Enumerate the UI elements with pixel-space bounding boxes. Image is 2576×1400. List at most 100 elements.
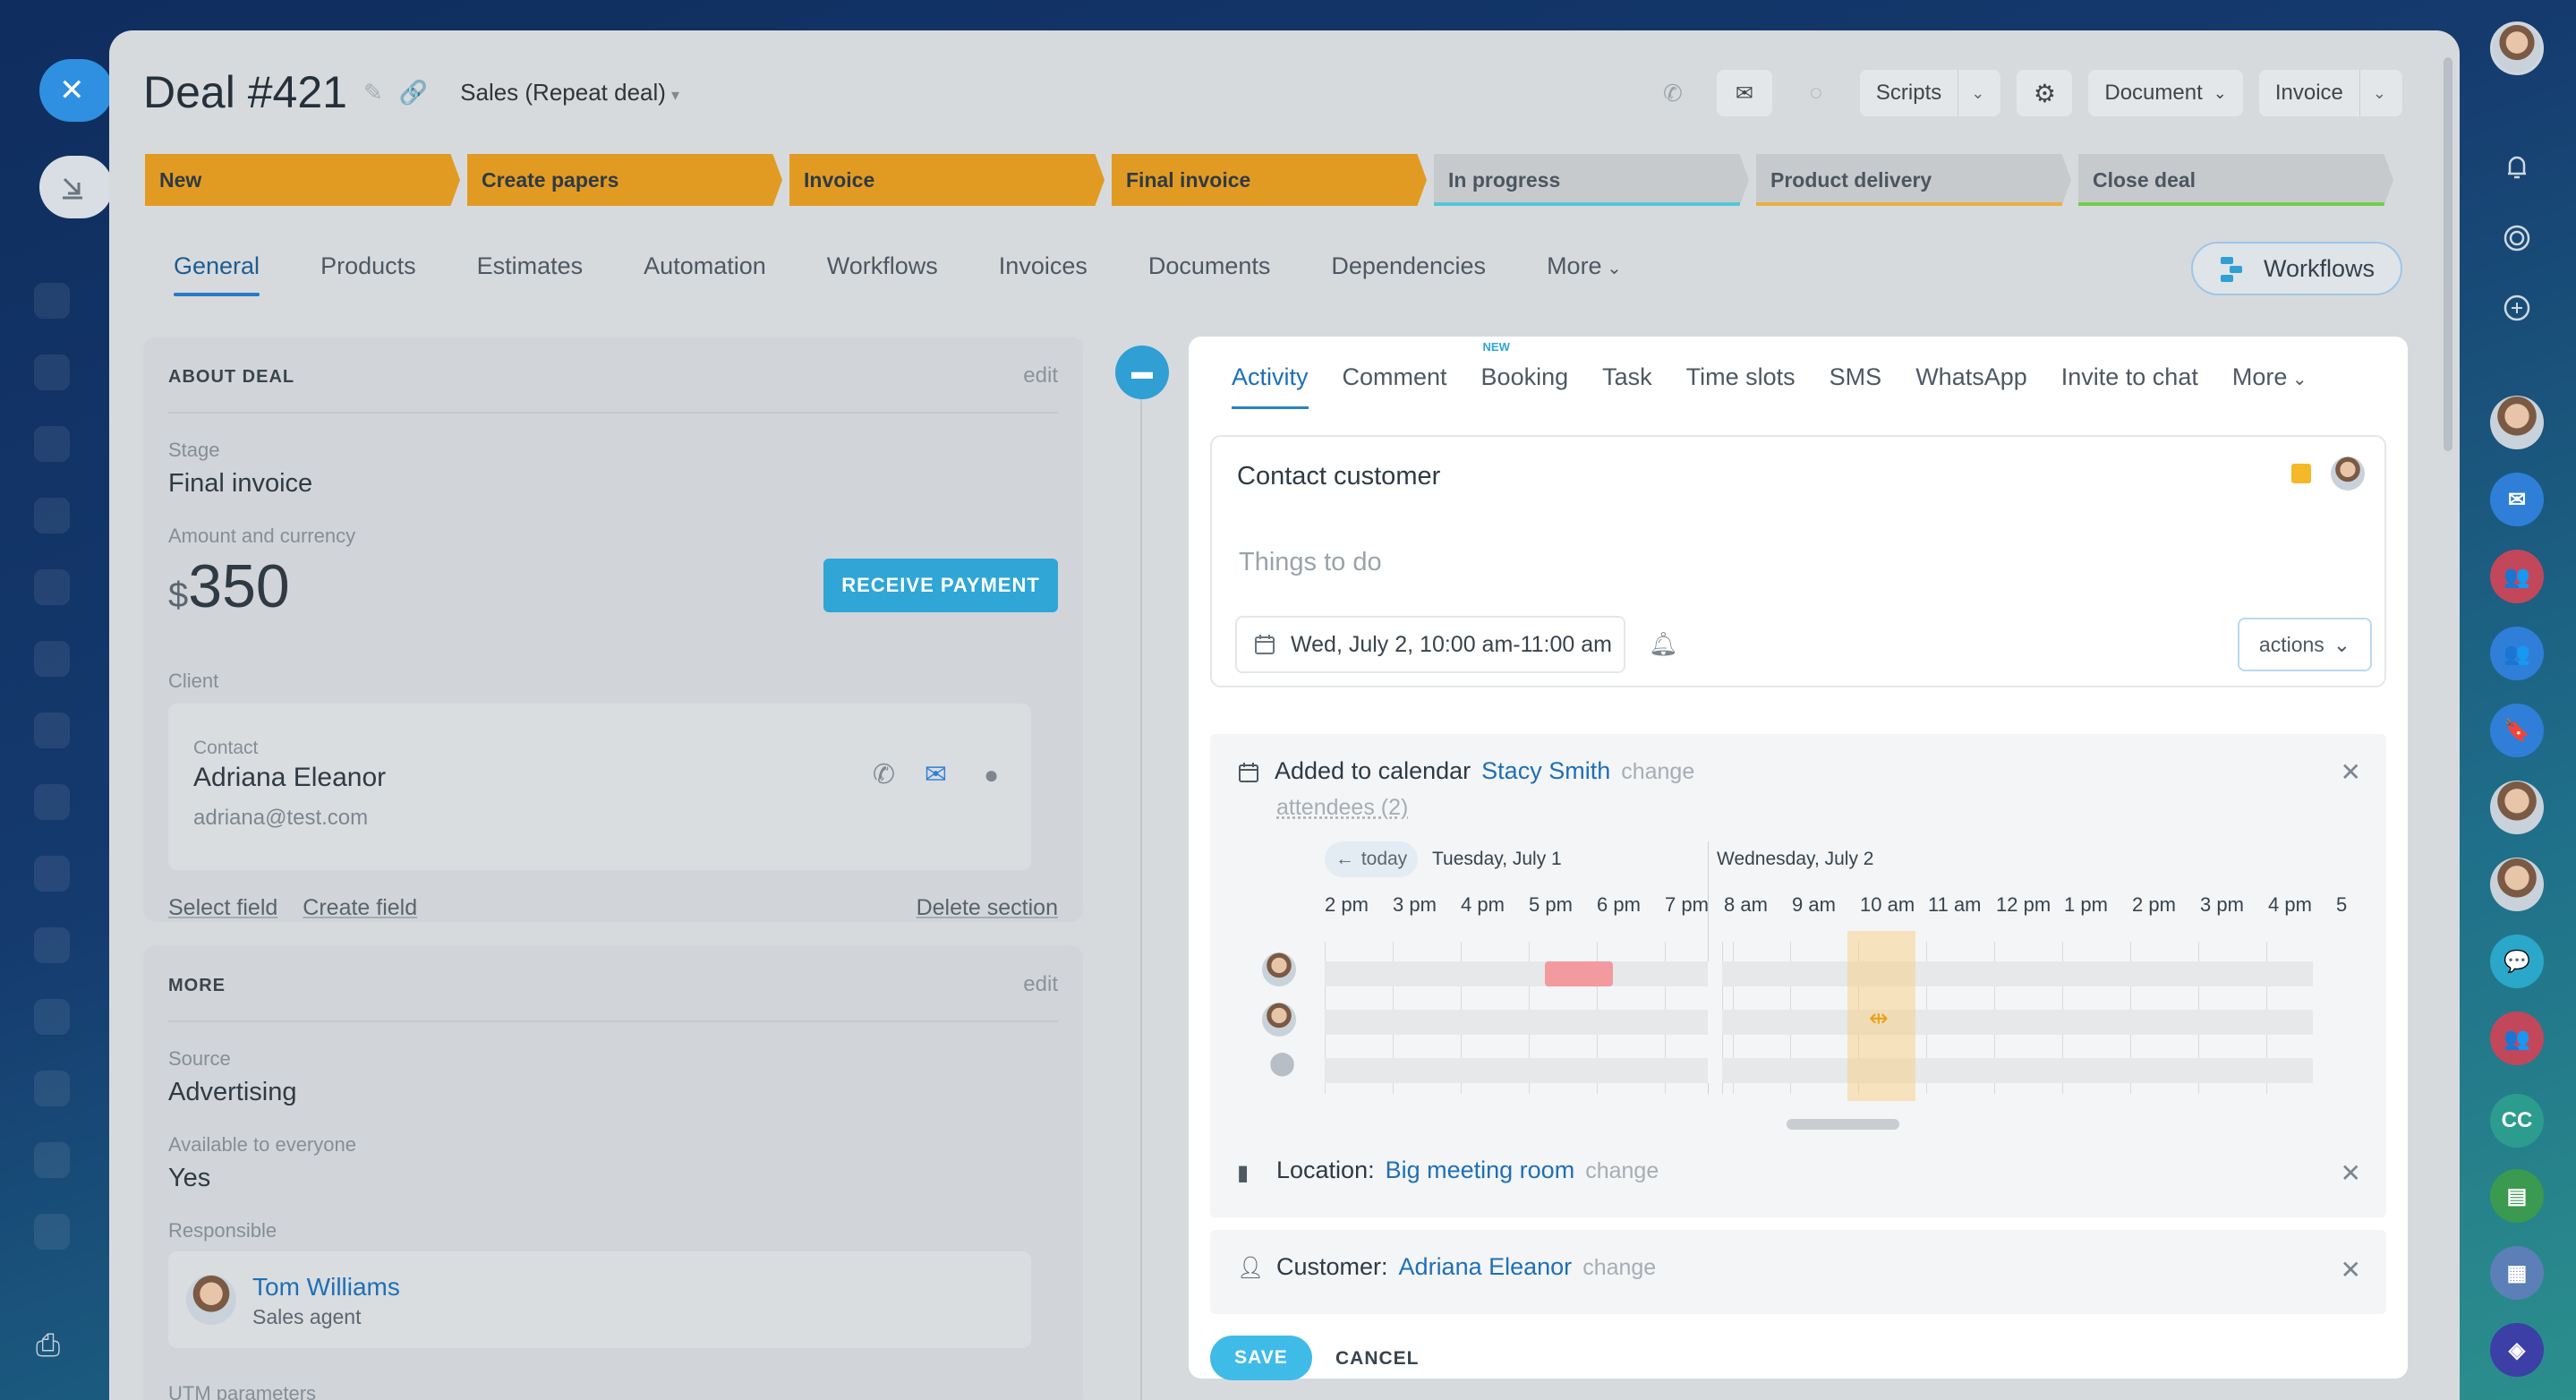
close-icon[interactable]: ✕: [2341, 1158, 2361, 1188]
chat-button[interactable]: ◌: [1788, 70, 1844, 116]
tab-1[interactable]: Products: [320, 252, 416, 280]
sidebar-icon[interactable]: [34, 1142, 70, 1178]
close-icon[interactable]: ✕: [2341, 757, 2361, 787]
save-button[interactable]: SAVE: [1210, 1336, 1312, 1380]
contact-email[interactable]: adriana@test.com: [193, 806, 368, 831]
datetime-button[interactable]: Wed, July 2, 10:00 am-11:00 am: [1235, 616, 1625, 673]
customer-link[interactable]: Adriana Eleanor: [1399, 1253, 1573, 1281]
invoice-button[interactable]: Invoice ⌄: [2258, 70, 2402, 116]
sidebar-icon[interactable]: [34, 1214, 70, 1250]
select-field-link[interactable]: Select field: [168, 895, 277, 921]
stage-6[interactable]: Close deal: [2078, 154, 2393, 206]
avatar[interactable]: [186, 1275, 236, 1325]
phone-button[interactable]: ✆: [1645, 70, 1701, 116]
tab-7[interactable]: Dependencies: [1331, 252, 1486, 280]
contact-name[interactable]: Adriana Eleanor: [193, 763, 386, 793]
tab-0[interactable]: General: [174, 252, 260, 296]
close-icon[interactable]: ✕: [2341, 1255, 2361, 1285]
sidebar-icon[interactable]: [34, 354, 70, 390]
activity-tab-8[interactable]: More ⌄: [2232, 363, 2307, 391]
activity-tab-0[interactable]: Activity: [1232, 363, 1309, 409]
settings-button[interactable]: ⚙: [2017, 70, 2073, 116]
activity-tab-5[interactable]: SMS: [1830, 363, 1882, 391]
tab-8[interactable]: More ⌄: [1547, 252, 1622, 280]
sidebar-icon[interactable]: [34, 856, 70, 892]
link-icon[interactable]: 🔗: [399, 79, 428, 107]
close-slider-button[interactable]: ✕: [39, 59, 113, 122]
category-selector[interactable]: Sales (Repeat deal) ▾: [460, 79, 679, 107]
tab-4[interactable]: Workflows: [827, 252, 938, 280]
sidebar-icon[interactable]: [34, 713, 70, 748]
stage-2[interactable]: Invoice: [789, 154, 1105, 206]
user-avatar[interactable]: [2490, 21, 2544, 75]
sidebar-icon[interactable]: [34, 641, 70, 677]
printer-icon[interactable]: ⎙: [36, 1328, 60, 1363]
sidebar-icon[interactable]: [34, 784, 70, 820]
edit-link[interactable]: edit: [1023, 363, 1058, 388]
activity-tab-7[interactable]: Invite to chat: [2061, 363, 2198, 391]
activity-tab-6[interactable]: WhatsApp: [1915, 363, 2027, 391]
chat-icon[interactable]: ●: [984, 761, 999, 790]
chat-search-icon[interactable]: [2490, 281, 2544, 335]
bell-icon[interactable]: [2490, 140, 2544, 193]
avatar[interactable]: [2331, 457, 2365, 491]
change-link[interactable]: change: [1582, 1255, 1656, 1281]
chevron-down-icon[interactable]: ⌄: [1958, 70, 1984, 116]
chat-icon[interactable]: 💬: [2490, 935, 2544, 988]
cc-avatar[interactable]: CC: [2490, 1094, 2544, 1148]
contact-avatar[interactable]: [2490, 781, 2544, 834]
sidebar-icon[interactable]: [34, 999, 70, 1035]
contact-avatar[interactable]: [2490, 858, 2544, 911]
color-picker[interactable]: [2291, 464, 2311, 483]
calendar-owner-link[interactable]: Stacy Smith: [1481, 757, 1610, 785]
scripts-button[interactable]: Scripts ⌄: [1859, 70, 2001, 116]
responsible-name[interactable]: Tom Williams: [252, 1273, 400, 1302]
stage-5[interactable]: Product delivery: [1756, 154, 2071, 206]
actions-dropdown[interactable]: actions ⌄: [2238, 618, 2372, 671]
available-value[interactable]: Yes: [168, 1164, 210, 1193]
document-icon[interactable]: ▤: [2490, 1169, 2544, 1223]
group-icon[interactable]: 👥: [2490, 627, 2544, 680]
receive-payment-button[interactable]: RECEIVE PAYMENT: [823, 559, 1058, 612]
minimize-slider-button[interactable]: [39, 156, 113, 218]
create-field-link[interactable]: Create field: [303, 895, 417, 921]
stage-0[interactable]: New: [145, 154, 460, 206]
bookmark-icon[interactable]: 🔖: [2490, 704, 2544, 757]
document-button[interactable]: Document ⌄: [2088, 70, 2243, 116]
activity-tab-2[interactable]: NEW Booking: [1481, 340, 1569, 391]
bell-icon[interactable]: 🔔︎: [1649, 630, 1678, 658]
today-button[interactable]: ← today: [1325, 841, 1418, 877]
source-value[interactable]: Advertising: [168, 1078, 296, 1107]
target-icon[interactable]: [2490, 211, 2544, 265]
email-button[interactable]: ✉: [1716, 70, 1772, 116]
phone-icon[interactable]: ✆: [873, 759, 895, 790]
amount-value[interactable]: $350: [168, 551, 290, 621]
sidebar-icon[interactable]: [34, 283, 70, 319]
report-icon[interactable]: ▦: [2490, 1246, 2544, 1300]
edit-link[interactable]: edit: [1023, 972, 1058, 997]
activity-title-input[interactable]: Contact customer: [1237, 462, 1440, 491]
sidebar-icon[interactable]: [34, 426, 70, 462]
workflows-button[interactable]: Workflows: [2191, 242, 2402, 295]
stage-value[interactable]: Final invoice: [168, 469, 312, 499]
stage-3[interactable]: Final invoice: [1112, 154, 1427, 206]
tab-5[interactable]: Invoices: [999, 252, 1088, 280]
chevron-down-icon[interactable]: ⌄: [2358, 70, 2386, 116]
attendees-link[interactable]: attendees (2): [1276, 795, 1408, 821]
sidebar-icon[interactable]: [34, 1071, 70, 1106]
sidebar-icon[interactable]: [34, 498, 70, 534]
sidebar-icon[interactable]: [34, 569, 70, 605]
activity-tab-1[interactable]: Comment: [1343, 363, 1447, 391]
mail-icon[interactable]: ✉: [2490, 473, 2544, 526]
group-chat-icon[interactable]: 👥: [2490, 550, 2544, 603]
activity-tab-3[interactable]: Task: [1602, 363, 1652, 391]
todo-textarea[interactable]: Things to do: [1239, 548, 1382, 577]
group-chat-icon[interactable]: 👥: [2490, 1012, 2544, 1065]
sidebar-icon[interactable]: [34, 927, 70, 963]
location-link[interactable]: Big meeting room: [1386, 1157, 1575, 1184]
contact-avatar[interactable]: [2490, 396, 2544, 449]
activity-tab-4[interactable]: Time slots: [1686, 363, 1796, 391]
stage-4[interactable]: In progress: [1434, 154, 1749, 206]
delete-section-link[interactable]: Delete section: [917, 895, 1058, 921]
cancel-button[interactable]: CANCEL: [1335, 1348, 1420, 1370]
